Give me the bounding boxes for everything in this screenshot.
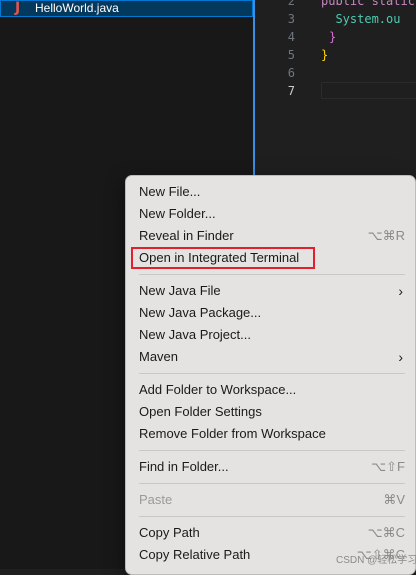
menu-item-paste: Paste ⌘V [139, 490, 405, 510]
file-item-helloworld[interactable]: J HelloWorld.java [0, 0, 253, 17]
menu-item-label: Copy Relative Path [139, 547, 251, 562]
code-line: } [321, 48, 329, 62]
context-menu: New File... New Folder... Reveal in Find… [125, 175, 416, 575]
code-line: } [329, 30, 337, 44]
menu-item-label: New Java Package... [139, 305, 262, 320]
menu-item-open-folder-settings[interactable]: Open Folder Settings [139, 402, 405, 422]
line-number: 6 [287, 66, 295, 80]
line-number: 3 [287, 12, 295, 26]
java-file-icon: J [15, 0, 21, 16]
menu-item-label: Open Folder Settings [139, 404, 262, 419]
menu-item-label: New Java File [139, 283, 221, 298]
code-line: System.ou [321, 12, 401, 26]
menu-item-new-java-project[interactable]: New Java Project... [139, 325, 405, 345]
menu-item-label: Add Folder to Workspace... [139, 382, 297, 397]
menu-separator [139, 373, 405, 374]
menu-item-label: Copy Path [139, 525, 200, 540]
menu-separator [139, 450, 405, 451]
menu-item-new-folder[interactable]: New Folder... [139, 204, 405, 224]
menu-item-label: Reveal in Finder [139, 228, 234, 243]
current-line-highlight [321, 82, 416, 99]
chevron-right-icon: › [398, 283, 403, 299]
line-number: 5 [287, 48, 295, 62]
menu-item-find-in-folder[interactable]: Find in Folder... ⌥⇧F [139, 457, 405, 477]
file-name-label: HelloWorld.java [35, 1, 119, 15]
menu-item-new-java-file[interactable]: New Java File › [139, 281, 405, 301]
menu-item-new-file[interactable]: New File... [139, 182, 405, 202]
menu-item-new-java-package[interactable]: New Java Package... [139, 303, 405, 323]
menu-separator [139, 516, 405, 517]
line-number: 4 [287, 30, 295, 44]
menu-item-label: Maven [139, 349, 179, 364]
shortcut-label: ⌥⇧F [371, 459, 405, 474]
menu-item-copy-path[interactable]: Copy Path ⌥⌘C [139, 523, 405, 543]
shortcut-label: ⌥⌘C [367, 525, 405, 540]
line-number-active: 7 [287, 84, 295, 98]
shortcut-label: ⌥⌘R [367, 228, 405, 243]
menu-item-maven[interactable]: Maven › [139, 347, 405, 367]
annotation-highlight-box [131, 247, 315, 269]
line-number: 2 [287, 0, 295, 8]
watermark: CSDN @轻松学习 [336, 555, 416, 566]
menu-item-add-folder-to-workspace[interactable]: Add Folder to Workspace... [139, 380, 405, 400]
menu-item-reveal-in-finder[interactable]: Reveal in Finder ⌥⌘R [139, 226, 405, 246]
menu-item-label: Find in Folder... [139, 459, 229, 474]
menu-separator [139, 483, 405, 484]
menu-item-remove-folder-from-workspace[interactable]: Remove Folder from Workspace [139, 424, 405, 444]
menu-item-label: New File... [139, 184, 201, 199]
menu-separator [139, 274, 405, 275]
chevron-right-icon: › [398, 349, 403, 365]
code-line: public static [321, 0, 415, 8]
menu-item-label: New Folder... [139, 206, 216, 221]
menu-item-label: Remove Folder from Workspace [139, 426, 326, 441]
menu-item-label: New Java Project... [139, 327, 251, 342]
shortcut-label: ⌘V [383, 492, 405, 507]
menu-item-label: Paste [139, 492, 173, 507]
